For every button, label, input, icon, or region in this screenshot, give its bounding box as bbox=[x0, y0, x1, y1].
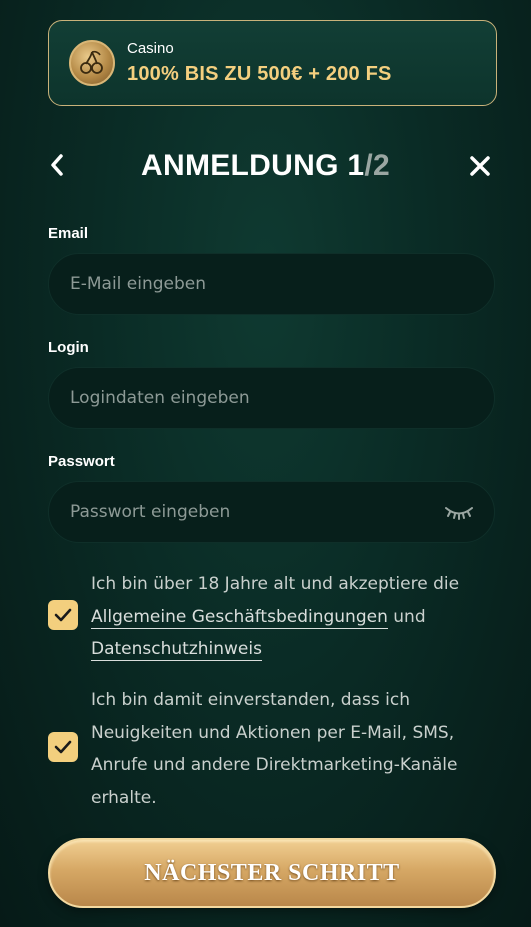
back-button[interactable] bbox=[44, 152, 70, 178]
privacy-link[interactable]: Datenschutzhinweis bbox=[91, 639, 262, 661]
email-label: Email bbox=[48, 225, 89, 242]
close-button[interactable] bbox=[466, 152, 494, 180]
promo-bonus-text: 100% BIS ZU 500€ + 200 FS bbox=[127, 63, 392, 85]
email-input[interactable] bbox=[70, 274, 494, 294]
login-input[interactable] bbox=[70, 388, 494, 408]
terms-checkbox[interactable] bbox=[48, 600, 78, 630]
registration-header: ANMELDUNG 1/2 bbox=[0, 140, 531, 192]
check-icon bbox=[54, 740, 72, 754]
title-step-total: /2 bbox=[364, 149, 390, 182]
close-icon bbox=[470, 156, 490, 176]
password-field-wrapper bbox=[48, 481, 495, 543]
terms-consent-text: Ich bin über 18 Jahre alt und akzeptiere… bbox=[91, 568, 481, 666]
promo-label: Casino bbox=[127, 40, 174, 57]
cherry-icon bbox=[69, 40, 115, 86]
password-label: Passwort bbox=[48, 453, 115, 470]
terms-link[interactable]: Allgemeine Geschäftsbedingungen bbox=[91, 606, 388, 629]
page-title: ANMELDUNG 1/2 bbox=[141, 149, 390, 183]
title-step: ANMELDUNG 1 bbox=[141, 149, 365, 182]
terms-text-and: und bbox=[393, 606, 426, 627]
next-step-button[interactable]: NÄCHSTER SCHRITT bbox=[48, 838, 496, 908]
promo-banner[interactable]: Casino 100% BIS ZU 500€ + 200 FS bbox=[48, 20, 497, 106]
terms-text-before: Ich bin über 18 Jahre alt und akzeptiere… bbox=[91, 574, 460, 594]
password-input[interactable] bbox=[70, 502, 494, 522]
marketing-checkbox[interactable] bbox=[48, 732, 78, 762]
login-field-wrapper bbox=[48, 367, 495, 429]
eye-closed-icon[interactable] bbox=[444, 503, 474, 523]
login-label: Login bbox=[48, 339, 89, 356]
email-field-wrapper bbox=[48, 253, 495, 315]
check-icon bbox=[54, 608, 72, 622]
next-step-label: NÄCHSTER SCHRITT bbox=[144, 859, 400, 886]
marketing-consent-text: Ich bin damit einverstanden, dass ich Ne… bbox=[91, 690, 458, 808]
chevron-left-icon bbox=[51, 154, 63, 176]
